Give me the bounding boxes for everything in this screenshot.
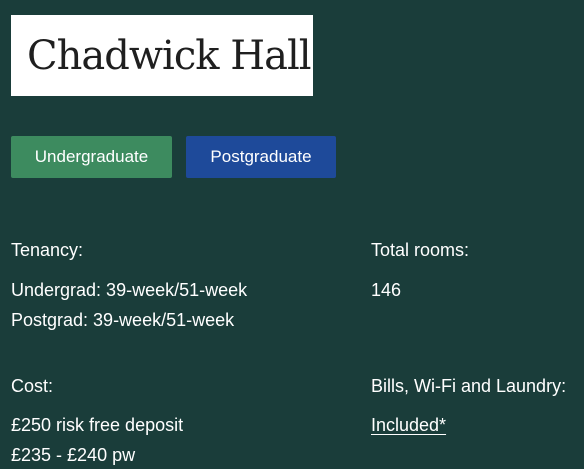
total-rooms-label: Total rooms: [371, 240, 470, 260]
bills-value-container: Included* [371, 410, 446, 440]
total-rooms-value: 146 [371, 280, 402, 300]
cost-deposit: £250 risk free deposit [11, 415, 184, 435]
tenancy-undergrad: Undergrad: 39-week/51-week [11, 280, 248, 300]
cost-label: Cost: [11, 376, 54, 396]
undergraduate-button[interactable]: Undergraduate [11, 136, 172, 178]
cost-value: £250 risk free deposit £235 - £240 pw [11, 410, 183, 469]
tenancy-value: Undergrad: 39-week/51-week Postgrad: 39-… [11, 275, 247, 335]
postgraduate-button[interactable]: Postgraduate [186, 136, 336, 178]
hall-title-card: Chadwick Hall [11, 15, 313, 96]
cost-weekly: £235 - £240 pw [11, 445, 136, 465]
bills-included-link[interactable]: Included* [371, 415, 446, 435]
tenancy-postgrad: Postgrad: 39-week/51-week [11, 310, 235, 330]
tenancy-label: Tenancy: [11, 240, 84, 260]
hall-page: Chadwick Hall Undergraduate Postgraduate… [0, 0, 584, 469]
hall-title: Chadwick Hall [27, 32, 312, 79]
bills-label: Bills, Wi-Fi and Laundry: [371, 376, 567, 396]
